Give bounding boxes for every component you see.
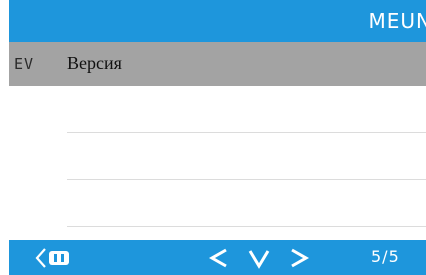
menu-list: EV Версия [9,42,426,240]
chevron-left-icon [208,248,227,268]
previous-button[interactable] [205,245,235,271]
menu-item-empty [9,86,426,130]
next-button[interactable] [283,245,313,271]
menu-item-code: EV [14,55,35,73]
menu-item-empty [9,180,426,224]
menu-divider [67,226,426,227]
page-indicator: 5/5 [371,247,400,266]
device-screen: MEUN EV Версия 5/5 [0,0,426,275]
footer-bar: 5/5 [9,240,426,275]
back-button[interactable] [35,246,79,270]
menu-item-label: Версия [67,53,122,73]
back-icon [35,248,69,268]
chevron-down-icon [248,250,270,269]
page-title: MEUN [368,9,426,33]
screen-left-edge [0,0,9,275]
down-button[interactable] [244,245,274,271]
menu-item-empty [9,133,426,177]
menu-item-version[interactable]: EV Версия [9,42,426,86]
header-bar: MEUN [9,0,426,42]
chevron-right-icon [291,248,310,268]
